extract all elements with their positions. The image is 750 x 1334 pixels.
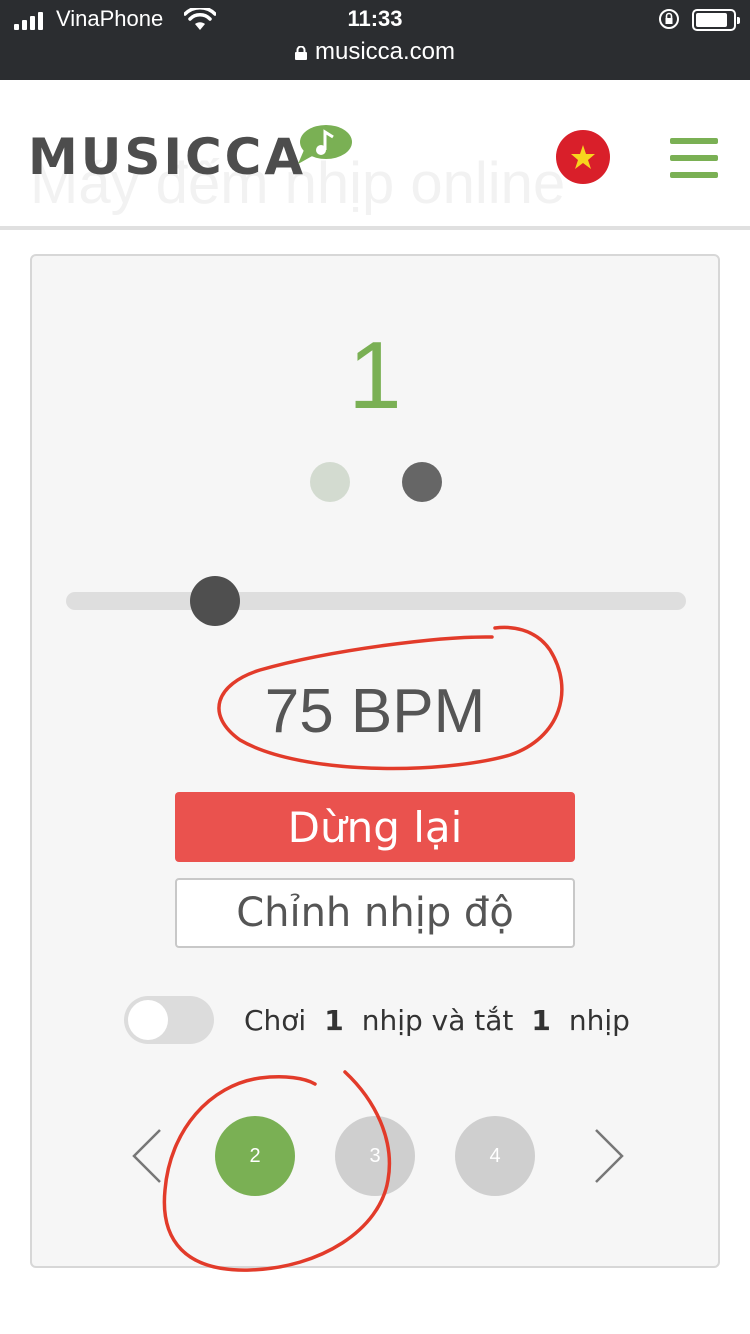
status-bar: VinaPhone 11:33 musicca.com [0,0,750,80]
adjust-tempo-button[interactable]: Chỉnh nhịp độ [175,878,575,948]
rotation-lock-icon [659,9,679,29]
tempo-slider-track[interactable] [66,592,686,610]
language-flag-button[interactable] [556,130,610,184]
beat-dot [310,462,350,502]
metronome-panel: 1 75 BPM Dừng lại Chỉnh nhịp độ Chơi 1 nhị… [30,254,720,1268]
play-mute-toggle[interactable] [124,996,214,1044]
bpm-display: 75 BPM [264,677,486,746]
toggle-knob [128,1000,168,1040]
beats-option[interactable]: 4 [455,1116,535,1196]
play-count[interactable]: 1 [324,1004,343,1037]
address-bar[interactable]: musicca.com [0,38,750,66]
current-beat-number: 1 [348,322,402,429]
padlock-icon [294,46,307,60]
next-arrow-icon[interactable] [588,1126,628,1186]
hamburger-menu-icon[interactable] [670,138,718,178]
end-word: nhịp [568,1004,630,1037]
stop-button[interactable]: Dừng lại [175,792,575,862]
vietnam-flag-icon [571,145,595,169]
play-mute-description: Chơi 1 nhịp và tắt 1 nhịp [244,1004,630,1037]
mid-words: nhịp và tắt [361,1004,514,1037]
tempo-slider-handle[interactable] [189,576,240,626]
clock: 11:33 [347,6,403,31]
previous-arrow-icon[interactable] [128,1126,168,1186]
mute-count[interactable]: 1 [531,1004,550,1037]
battery-icon [692,9,740,31]
beats-option[interactable]: 2 [215,1116,295,1196]
site-header: Máy đếm nhịp online MUSICCA [0,80,750,230]
music-bubble-icon [298,125,352,164]
site-logo[interactable]: MUSICCA [28,128,306,186]
beats-option[interactable]: 3 [335,1116,415,1196]
beat-dot [402,462,442,502]
play-word: Chơi [244,1004,307,1037]
url-text: musicca.com [314,38,456,65]
